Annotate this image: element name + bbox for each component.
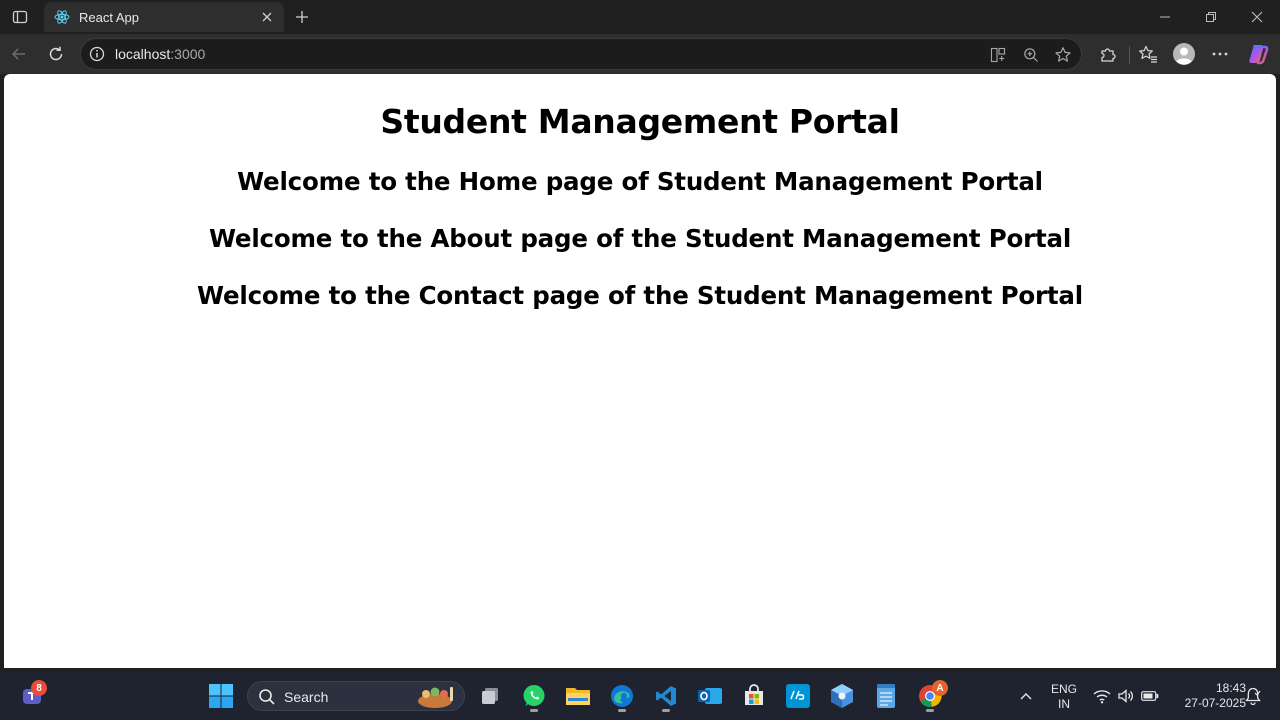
- restore-button[interactable]: [1196, 4, 1226, 30]
- running-indicator: [926, 709, 934, 712]
- myhp-icon[interactable]: [780, 678, 816, 714]
- language-indicator[interactable]: ENG IN: [1049, 682, 1079, 712]
- sidebar-toggle-icon[interactable]: [8, 6, 32, 28]
- battery-icon[interactable]: [1140, 686, 1160, 706]
- profile-icon[interactable]: [1170, 40, 1198, 68]
- store-icon[interactable]: [736, 678, 772, 714]
- favorites-icon[interactable]: [1134, 40, 1162, 68]
- search-placeholder: Search: [284, 689, 329, 705]
- page-title: Student Management Portal: [380, 102, 900, 141]
- react-logo-icon: [54, 9, 70, 25]
- about-heading: Welcome to the About page of the Student…: [208, 224, 1072, 253]
- reload-icon: [49, 46, 63, 61]
- zoom-icon[interactable]: [1020, 44, 1042, 66]
- outlook-icon[interactable]: [692, 678, 728, 714]
- taskbar-search[interactable]: Search: [247, 681, 465, 711]
- running-indicator: [662, 709, 670, 712]
- back-button[interactable]: [5, 40, 33, 68]
- task-view-icon[interactable]: [472, 678, 508, 714]
- windows-taskbar: 8 Search A ENG IN 18:43 27-07-2025: [0, 672, 1280, 720]
- profile-badge: A: [932, 680, 948, 696]
- page-viewport: Student Management Portal Welcome to the…: [4, 74, 1276, 668]
- url-port: :3000: [170, 46, 206, 62]
- close-icon: [1251, 11, 1263, 23]
- search-highlight-icon: [418, 687, 453, 708]
- extensions-icon[interactable]: [1094, 40, 1122, 68]
- reload-button[interactable]: [42, 40, 70, 68]
- running-indicator: [530, 709, 538, 712]
- contact-heading: Welcome to the Contact page of the Stude…: [197, 281, 1083, 310]
- edge-icon[interactable]: [604, 678, 640, 714]
- info-icon[interactable]: [89, 46, 105, 62]
- file-explorer-icon[interactable]: [560, 678, 596, 714]
- running-indicator: [618, 709, 626, 712]
- new-tab-button[interactable]: [290, 5, 314, 29]
- star-icon[interactable]: [1052, 44, 1074, 66]
- address-bar[interactable]: localhost:3000: [80, 38, 1082, 70]
- restore-icon: [1206, 12, 1216, 22]
- page-content: Student Management Portal Welcome to the…: [4, 102, 1276, 310]
- notification-badge: 8: [31, 680, 47, 696]
- app-available-icon[interactable]: [987, 44, 1009, 66]
- search-icon: [259, 689, 275, 705]
- notifications-icon[interactable]: [1243, 686, 1263, 706]
- close-icon[interactable]: [256, 6, 278, 28]
- back-arrow-icon: [11, 48, 25, 60]
- home-heading: Welcome to the Home page of Student Mana…: [237, 167, 1043, 196]
- vscode-icon[interactable]: [648, 678, 684, 714]
- volume-icon[interactable]: [1116, 686, 1136, 706]
- wifi-icon[interactable]: [1092, 686, 1112, 706]
- region-code: IN: [1058, 697, 1070, 711]
- app-cube-icon[interactable]: [824, 678, 860, 714]
- language-code: ENG: [1050, 682, 1077, 696]
- clock-date: 27-07-2025: [1184, 696, 1246, 710]
- browser-toolbar: localhost:3000: [0, 34, 1280, 74]
- chrome-icon[interactable]: A: [912, 678, 948, 714]
- url-host: localhost: [115, 46, 171, 62]
- minimize-button[interactable]: [1150, 4, 1180, 30]
- close-window-button[interactable]: [1242, 4, 1272, 30]
- plus-icon: [296, 11, 308, 23]
- active-tab[interactable]: React App: [44, 2, 284, 32]
- tab-strip: React App: [0, 0, 1280, 34]
- url-text[interactable]: localhost:3000: [115, 46, 205, 62]
- whatsapp-icon[interactable]: [516, 678, 552, 714]
- teams-icon[interactable]: 8: [14, 678, 50, 714]
- tab-title: React App: [79, 9, 139, 25]
- notepad-icon[interactable]: [868, 678, 904, 714]
- toolbar-divider: [1129, 46, 1130, 64]
- copilot-icon[interactable]: [1244, 40, 1272, 68]
- clock-time: 18:43: [1215, 681, 1246, 695]
- minimize-icon: [1160, 16, 1170, 18]
- windows-start-icon[interactable]: [203, 678, 239, 714]
- more-icon[interactable]: [1206, 40, 1234, 68]
- chevron-up-icon[interactable]: [1016, 686, 1036, 706]
- clock[interactable]: 18:43 27-07-2025: [1166, 681, 1246, 711]
